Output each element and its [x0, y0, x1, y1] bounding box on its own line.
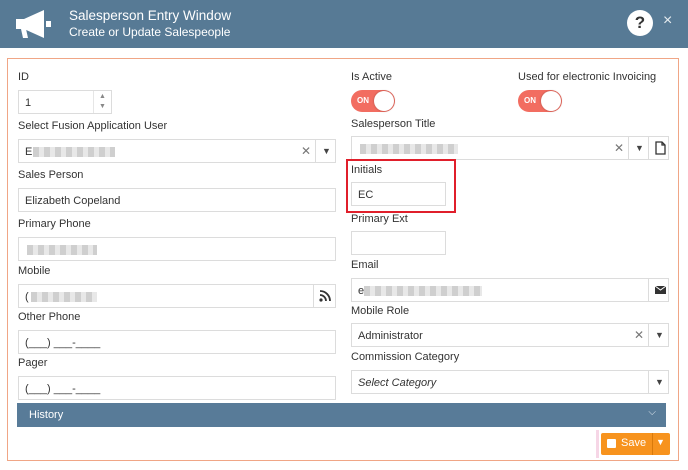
pager-value: (___) ___-____	[25, 383, 101, 395]
save-button[interactable]: Save ▼	[601, 433, 670, 455]
sales-person-label: Sales Person	[18, 169, 84, 181]
mobile-label: Mobile	[18, 265, 51, 277]
clear-icon[interactable]: ✕	[614, 141, 624, 155]
other-phone-value: (___) ___-____	[25, 337, 101, 349]
is-active-toggle[interactable]: ON	[351, 90, 395, 112]
redacted-text	[27, 245, 97, 255]
chevron-down-icon[interactable]: ⌵	[648, 407, 656, 418]
save-dropdown-icon[interactable]: ▼	[656, 437, 665, 447]
toggle-on-text: ON	[357, 96, 369, 105]
chevron-down-icon[interactable]: ▼	[648, 324, 670, 346]
save-label: Save	[621, 437, 647, 449]
help-button[interactable]: ?	[627, 10, 653, 36]
id-label: ID	[18, 71, 29, 83]
other-phone-input[interactable]: (___) ___-____	[18, 330, 336, 354]
is-active-label: Is Active	[351, 71, 392, 83]
sales-person-value: Elizabeth Copeland	[25, 195, 121, 207]
redacted-text	[33, 147, 115, 157]
id-input[interactable]: 1 ▲ ▼	[18, 90, 112, 114]
sales-person-input[interactable]: Elizabeth Copeland	[18, 188, 336, 212]
other-phone-label: Other Phone	[18, 311, 81, 323]
new-document-icon[interactable]	[648, 137, 670, 159]
chevron-down-icon[interactable]: ▼	[628, 137, 650, 159]
salesperson-form: ID 1 ▲ ▼ Select Fusion Application User …	[7, 58, 679, 461]
email-input[interactable]: e	[351, 278, 669, 302]
e-invoicing-toggle[interactable]: ON	[518, 90, 562, 112]
primary-phone-label: Primary Phone	[18, 218, 91, 230]
e-invoicing-label: Used for electronic Invoicing	[518, 71, 657, 83]
redacted-text	[360, 144, 458, 154]
stepper-up-icon[interactable]: ▲	[99, 93, 106, 100]
chevron-down-icon[interactable]: ▼	[315, 140, 337, 162]
mobile-value: (	[25, 291, 29, 303]
clear-icon[interactable]: ✕	[634, 328, 644, 342]
email-label: Email	[351, 259, 379, 271]
commission-category-select[interactable]: Select Category ▼	[351, 370, 669, 394]
window-title: Salesperson Entry Window	[69, 8, 232, 23]
history-panel-header[interactable]: History ⌵	[17, 403, 666, 427]
primary-ext-label: Primary Ext	[351, 213, 408, 225]
close-button[interactable]: ×	[663, 12, 672, 30]
mobile-role-value: Administrator	[358, 330, 423, 342]
chevron-down-icon[interactable]: ▼	[648, 371, 670, 393]
fusion-user-label: Select Fusion Application User	[18, 120, 168, 132]
toggle-knob	[374, 91, 394, 111]
stepper-down-icon[interactable]: ▼	[99, 103, 106, 110]
envelope-icon[interactable]	[648, 279, 670, 301]
mobile-role-label: Mobile Role	[351, 305, 410, 317]
toggle-knob	[541, 91, 561, 111]
rss-icon[interactable]	[313, 285, 335, 307]
mobile-input[interactable]: (	[18, 284, 336, 308]
window-subtitle: Create or Update Salespeople	[69, 25, 231, 39]
mobile-role-select[interactable]: Administrator ✕ ▼	[351, 323, 669, 347]
commission-category-label: Commission Category	[351, 351, 460, 363]
id-stepper[interactable]: ▲ ▼	[93, 91, 111, 113]
toggle-on-text: ON	[524, 96, 536, 105]
initials-highlight-box	[346, 159, 456, 213]
primary-ext-input[interactable]	[351, 231, 446, 255]
salesperson-title-select[interactable]: ✕ ▼	[351, 136, 669, 160]
window-header: Salesperson Entry Window Create or Updat…	[0, 0, 688, 48]
salesperson-title-label: Salesperson Title	[351, 118, 436, 130]
pager-label: Pager	[18, 357, 48, 369]
redacted-text	[364, 286, 482, 296]
redacted-text	[31, 292, 97, 302]
clear-icon[interactable]: ✕	[301, 144, 311, 158]
fusion-user-value: E	[25, 146, 33, 158]
floppy-disk-icon	[607, 439, 616, 448]
megaphone-icon	[16, 10, 51, 38]
pager-input[interactable]: (___) ___-____	[18, 376, 336, 400]
fusion-user-select[interactable]: E ✕ ▼	[18, 139, 336, 163]
history-label: History	[29, 409, 64, 421]
id-value: 1	[25, 97, 32, 109]
save-divider	[652, 433, 653, 455]
primary-phone-input[interactable]	[18, 237, 336, 261]
commission-category-placeholder: Select Category	[358, 377, 437, 389]
save-focus-edge	[596, 430, 599, 458]
